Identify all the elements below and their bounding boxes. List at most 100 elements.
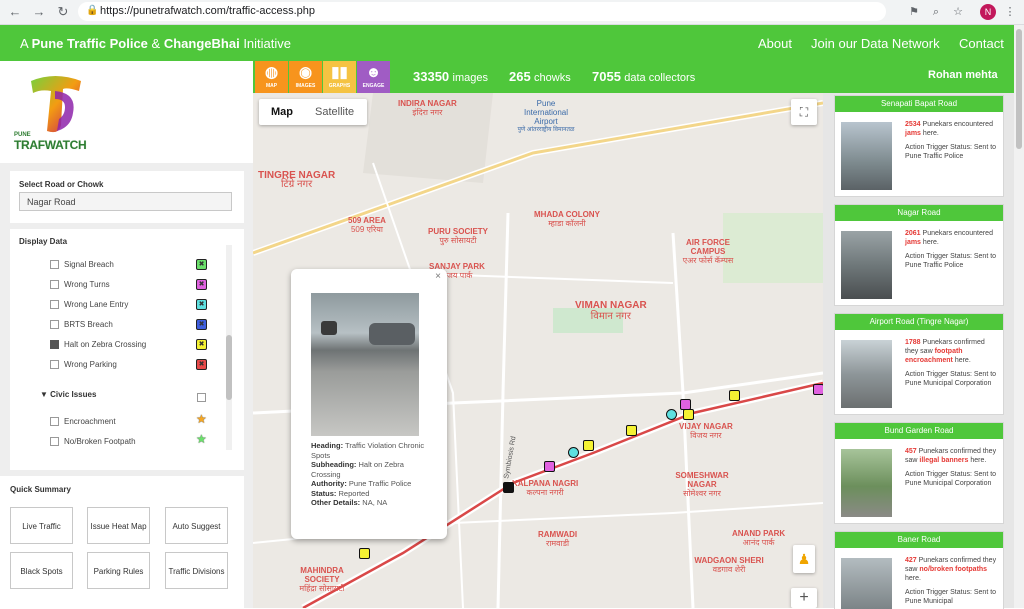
page-scrollbar[interactable]	[1014, 25, 1024, 608]
map-marker[interactable]	[729, 390, 740, 401]
feed-card[interactable]: Airport Road (Tingre Nagar) 1788 Punekar…	[834, 313, 1004, 415]
globe-icon: ◍	[264, 64, 279, 81]
filter-wrong-lane-entry[interactable]: Wrong Lane Entry	[50, 298, 128, 312]
heading-label: Heading:	[311, 441, 344, 450]
traffic-divisions-button[interactable]: Traffic Divisions	[165, 552, 228, 589]
filter-wrong-turns[interactable]: Wrong Turns	[50, 278, 110, 292]
filter-brts-breach[interactable]: BRTS Breach	[50, 318, 113, 332]
forward-arrow-icon[interactable]: →	[30, 3, 48, 21]
map-label-viman-nagar: VIMAN NAGAR विमान नगर	[575, 300, 647, 322]
display-data-scrollbar[interactable]	[226, 245, 232, 450]
feed-card[interactable]: Bund Garden Road 457 Punekars confirmed …	[834, 422, 1004, 524]
user-name[interactable]: Rohan mehta	[928, 69, 998, 81]
fullscreen-icon[interactable]: ⛶	[791, 99, 817, 125]
map-marker[interactable]	[568, 447, 579, 458]
map-marker[interactable]	[359, 548, 370, 559]
stat-images: 33350 images	[413, 69, 488, 84]
checkbox[interactable]	[50, 360, 59, 370]
violation-photo[interactable]	[311, 293, 419, 436]
feed-card-text: 457 Punekars confirmed they saw illegal …	[905, 448, 997, 487]
map-canvas[interactable]: INDIRA NAGAR इंदिरा नगर Pune Internationa…	[253, 93, 823, 608]
feed-card-text: 2061 Punekars encountered jams here. Acti…	[905, 230, 997, 269]
nav-contact-link[interactable]: Contact	[959, 36, 1004, 51]
map-label-puru: PURU SOCIETY पुरु सोसायटी	[428, 227, 489, 245]
wrong-parking-marker-icon: ✖	[196, 359, 207, 370]
map-view-button[interactable]: ◍ MAP	[255, 61, 288, 93]
feed-card[interactable]: Senapati Bapat Road 2534 Punekars encoun…	[834, 95, 1004, 197]
zoom-in-icon[interactable]: +	[791, 588, 817, 608]
checkbox[interactable]	[50, 417, 59, 427]
map-marker[interactable]	[626, 425, 637, 436]
issue-heat-map-button[interactable]: Issue Heat Map	[87, 507, 150, 544]
black-spots-button[interactable]: Black Spots	[10, 552, 73, 589]
site-brand[interactable]: A Pune Traffic Police & ChangeBhai Initi…	[20, 36, 291, 51]
parking-rules-button[interactable]: Parking Rules	[87, 552, 150, 589]
road-select-input[interactable]: Nagar Road	[19, 192, 232, 211]
profile-avatar[interactable]: N	[980, 4, 996, 20]
graphs-view-button[interactable]: ▮▮ GRAPHS	[323, 61, 356, 93]
checkbox[interactable]	[50, 300, 59, 310]
images-view-label: IMAGES	[295, 83, 316, 89]
address-bar[interactable]: 🔒 https://punetrafwatch.com/traffic-acce…	[78, 2, 886, 21]
url-text: https://punetrafwatch.com/traffic-access…	[100, 5, 316, 17]
engage-view-button[interactable]: ☻ ENGAGE	[357, 61, 390, 93]
bookmark-star-icon[interactable]: ☆	[950, 4, 966, 20]
checkbox[interactable]	[50, 280, 59, 290]
civic-issues-toggle[interactable]: ▼ Civic Issues	[40, 390, 96, 399]
feed-card-title: Baner Road	[835, 532, 1003, 548]
map-label-air-force: AIR FORCE CAMPUS एअर फोर्स कॅम्पस	[682, 238, 734, 265]
stat-value: 33350	[413, 69, 450, 84]
feed-card[interactable]: Nagar Road 2061 Punekars encountered jam…	[834, 204, 1004, 306]
map-label-indira-nagar: INDIRA NAGAR इंदिरा नगर	[398, 99, 457, 117]
brts-marker-icon: ✖	[196, 319, 207, 330]
nav-join-link[interactable]: Join our Data Network	[811, 36, 940, 51]
feed-card[interactable]: Baner Road 427 Punekars confirmed they s…	[834, 531, 1004, 609]
stat-chowks: 265 chowks	[509, 69, 571, 84]
brand-amp: &	[151, 36, 161, 51]
brand-prefix: A	[20, 36, 28, 51]
filter-signal-breach[interactable]: Signal Breach	[50, 258, 114, 272]
extension-icon[interactable]: ⚑	[906, 4, 922, 20]
back-arrow-icon[interactable]: ←	[6, 3, 24, 21]
map-marker[interactable]	[503, 482, 514, 493]
filter-label: Signal Breach	[64, 260, 114, 269]
filter-encroachment[interactable]: Encroachment	[50, 415, 116, 429]
civic-issues-checkbox[interactable]	[197, 393, 206, 402]
checkbox[interactable]	[50, 260, 59, 270]
logo-line2: TRAFWATCH	[14, 138, 87, 152]
map-label-vijay-nagar: VIJAY NAGAR विजय नगर	[679, 422, 733, 440]
feed-card-title: Airport Road (Tingre Nagar)	[835, 314, 1003, 330]
encroachment-star-icon: ★	[196, 412, 207, 426]
zoom-icon[interactable]: ⌕	[928, 4, 944, 20]
close-icon[interactable]: ×	[435, 271, 441, 282]
checkbox[interactable]	[50, 437, 59, 447]
map-marker[interactable]	[544, 461, 555, 472]
nav-about-link[interactable]: About	[758, 36, 792, 51]
filter-broken-footpath[interactable]: No/Broken Footpath	[50, 435, 136, 449]
feed-card-photo	[841, 231, 892, 299]
filter-halt-zebra[interactable]: Halt on Zebra Crossing	[50, 338, 146, 352]
checkbox[interactable]	[50, 320, 59, 330]
map-label-509-area: 509 AREA 509 एरिया	[348, 216, 386, 234]
map-marker[interactable]	[683, 409, 694, 420]
stat-label: images	[452, 72, 488, 84]
satellite-tab[interactable]: Satellite	[315, 106, 354, 118]
map-label-airport: Pune International Airport पुणे आंतरराष्ट…	[517, 99, 575, 133]
map-marker[interactable]	[666, 409, 677, 420]
images-view-button[interactable]: ◉ IMAGES	[289, 61, 322, 93]
filter-wrong-parking[interactable]: Wrong Parking	[50, 358, 117, 372]
map-tab[interactable]: Map	[271, 106, 293, 118]
browser-menu-icon[interactable]: ⋮	[1002, 4, 1018, 20]
map-marker[interactable]	[813, 384, 823, 395]
auto-suggest-button[interactable]: Auto Suggest	[165, 507, 228, 544]
map-marker[interactable]	[583, 440, 594, 451]
engage-view-label: ENGAGE	[362, 83, 385, 89]
select-road-label: Select Road or Chowk	[19, 180, 104, 189]
pegman-icon[interactable]: ♟	[793, 545, 815, 573]
logo-area[interactable]: PUNE TRAFWATCH	[0, 61, 253, 163]
map-label-anand-park: ANAND PARK आनंद पार्क	[732, 529, 786, 547]
checkbox-checked[interactable]	[50, 340, 59, 350]
live-traffic-button[interactable]: Live Traffic	[10, 507, 73, 544]
filter-label: Wrong Lane Entry	[64, 300, 129, 309]
reload-icon[interactable]: ↻	[54, 3, 72, 21]
